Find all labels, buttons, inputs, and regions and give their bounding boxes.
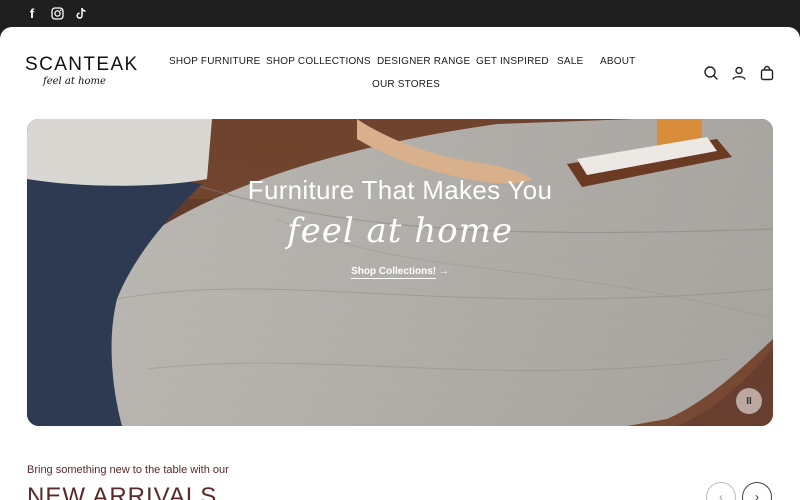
nav-sale[interactable]: SALE (557, 56, 583, 67)
brand-name: SCANTEAK (25, 54, 139, 75)
social-topbar: f (0, 0, 800, 27)
section-promo-text: Bring something new to the table with ou… (27, 464, 229, 476)
chevron-right-icon: › (755, 490, 759, 500)
nav-our-stores[interactable]: OUR STORES (372, 79, 440, 90)
nav-designer-range[interactable]: DESIGNER RANGE (377, 56, 470, 67)
brand-logo[interactable]: SCANTEAK feel at home (25, 54, 139, 89)
nav-about[interactable]: ABOUT (600, 56, 635, 67)
brand-tagline: feel at home (43, 76, 106, 87)
pause-button[interactable]: II (736, 388, 762, 414)
arrow-right-icon: → (438, 266, 449, 277)
instagram-icon[interactable] (50, 6, 64, 20)
hero-script: feel at home (287, 211, 513, 251)
nav-get-inspired[interactable]: GET INSPIRED (476, 56, 549, 67)
facebook-glyph: f (29, 5, 35, 21)
pause-icon: II (746, 395, 752, 407)
carousel-next-button[interactable]: › (742, 482, 772, 500)
hero-title: Furniture That Makes You (247, 175, 553, 205)
tiktok-icon[interactable] (74, 6, 88, 20)
account-icon[interactable] (731, 65, 747, 81)
nav-shop-furniture[interactable]: SHOP FURNITURE (169, 56, 261, 67)
facebook-icon[interactable]: f (25, 5, 39, 21)
cart-bag-icon[interactable] (759, 65, 775, 81)
carousel-prev-button[interactable]: ‹ (706, 482, 736, 500)
chevron-left-icon: ‹ (719, 490, 723, 500)
nav-shop-collections[interactable]: SHOP COLLECTIONS (266, 56, 371, 67)
search-icon[interactable] (703, 65, 719, 81)
hero-banner[interactable]: Furniture That Makes You feel at home Sh… (27, 119, 773, 426)
page: SCANTEAK feel at home SHOP FURNITURE SHO… (0, 27, 800, 500)
shop-collections-label: Shop Collections! (351, 266, 437, 279)
section-heading: NEW ARRIVALS (27, 483, 218, 500)
instagram-glyph (50, 6, 64, 20)
tiktok-glyph (75, 7, 86, 19)
shop-collections-link[interactable]: Shop Collections! → (27, 266, 773, 279)
